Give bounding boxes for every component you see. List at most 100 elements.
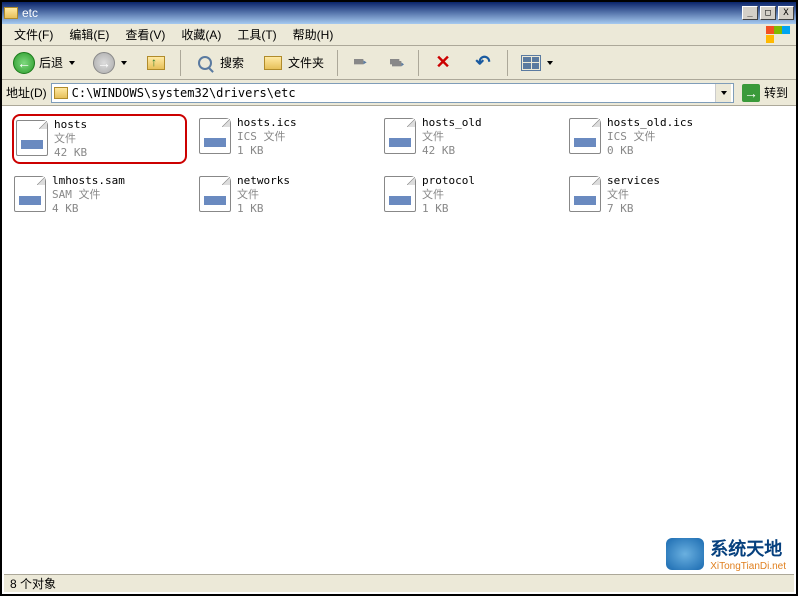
undo-button[interactable]: ↶: [465, 49, 501, 77]
document-icon: [569, 118, 601, 154]
file-item[interactable]: hosts 文件 42 KB: [12, 114, 187, 164]
file-text: hosts_old.ics ICS 文件 0 KB: [607, 116, 693, 158]
toolbar: ← 后退 → 搜索 文件夹 ✕ ↶: [2, 46, 796, 80]
document-icon: [384, 118, 416, 154]
file-size: 1 KB: [422, 202, 475, 216]
file-list: hosts 文件 42 KB hosts.ics ICS 文件 1 KB hos…: [2, 106, 796, 584]
move-to-icon: [351, 55, 369, 71]
file-size: 42 KB: [422, 144, 482, 158]
document-icon: [384, 176, 416, 212]
menu-bar: 文件(F) 编辑(E) 查看(V) 收藏(A) 工具(T) 帮助(H): [2, 24, 796, 46]
file-size: 4 KB: [52, 202, 125, 216]
file-name: services: [607, 174, 660, 188]
views-button[interactable]: [514, 52, 560, 74]
file-text: protocol 文件 1 KB: [422, 174, 475, 216]
close-button[interactable]: X: [778, 6, 794, 20]
document-icon: [199, 118, 231, 154]
address-dropdown[interactable]: [715, 84, 731, 102]
search-icon: [198, 56, 212, 70]
file-name: hosts: [54, 118, 87, 132]
file-type: ICS 文件: [607, 130, 693, 144]
status-bar: 8 个对象: [4, 574, 794, 592]
file-name: lmhosts.sam: [52, 174, 125, 188]
separator: [180, 50, 181, 76]
menu-view[interactable]: 查看(V): [117, 24, 173, 45]
go-label: 转到: [764, 84, 788, 101]
copy-to-icon: [387, 55, 405, 71]
search-button[interactable]: 搜索: [187, 49, 251, 77]
separator: [507, 50, 508, 76]
folder-icon: [54, 87, 68, 99]
address-bar: 地址(D) C:\WINDOWS\system32\drivers\etc → …: [2, 80, 796, 106]
go-button[interactable]: → 转到: [738, 84, 792, 102]
file-name: protocol: [422, 174, 475, 188]
menu-help[interactable]: 帮助(H): [285, 24, 342, 45]
file-size: 7 KB: [607, 202, 660, 216]
chevron-down-icon: [547, 61, 553, 65]
windows-logo-icon: [766, 26, 790, 44]
views-icon: [521, 55, 541, 71]
up-button[interactable]: [138, 49, 174, 77]
file-item[interactable]: hosts.ics ICS 文件 1 KB: [197, 114, 372, 164]
forward-button[interactable]: →: [86, 49, 134, 77]
address-path: C:\WINDOWS\system32\drivers\etc: [72, 86, 296, 100]
file-type: 文件: [54, 132, 87, 146]
folders-label: 文件夹: [288, 54, 324, 71]
folder-icon: [4, 7, 18, 19]
file-name: hosts.ics: [237, 116, 297, 130]
file-name: hosts_old.ics: [607, 116, 693, 130]
chevron-down-icon: [721, 91, 727, 95]
file-type: 文件: [422, 130, 482, 144]
file-name: networks: [237, 174, 290, 188]
maximize-button[interactable]: □: [760, 6, 776, 20]
file-type: 文件: [237, 188, 290, 202]
search-label: 搜索: [220, 54, 244, 71]
document-icon: [14, 176, 46, 212]
file-text: lmhosts.sam SAM 文件 4 KB: [52, 174, 125, 216]
file-text: hosts.ics ICS 文件 1 KB: [237, 116, 297, 158]
title-bar: etc _ □ X: [2, 2, 796, 24]
address-input[interactable]: C:\WINDOWS\system32\drivers\etc: [51, 83, 734, 103]
file-item[interactable]: hosts_old.ics ICS 文件 0 KB: [567, 114, 742, 164]
back-icon: ←: [13, 52, 35, 74]
document-icon: [569, 176, 601, 212]
file-type: ICS 文件: [237, 130, 297, 144]
move-to-button[interactable]: [344, 52, 376, 74]
window-title: etc: [22, 6, 742, 20]
menu-favorites[interactable]: 收藏(A): [173, 24, 229, 45]
separator: [337, 50, 338, 76]
file-size: 1 KB: [237, 144, 297, 158]
file-item[interactable]: services 文件 7 KB: [567, 172, 742, 222]
address-label: 地址(D): [6, 84, 47, 101]
file-type: 文件: [607, 188, 660, 202]
delete-icon: ✕: [432, 52, 454, 74]
folder-up-icon: [147, 56, 165, 70]
file-item[interactable]: protocol 文件 1 KB: [382, 172, 557, 222]
chevron-down-icon: [121, 61, 127, 65]
watermark: 系统天地 XiTongTianDi.net: [666, 535, 786, 572]
copy-to-button[interactable]: [380, 52, 412, 74]
status-text: 8 个对象: [10, 575, 56, 592]
window-controls: _ □ X: [742, 6, 794, 20]
document-icon: [16, 120, 48, 156]
back-button[interactable]: ← 后退: [6, 49, 82, 77]
menu-file[interactable]: 文件(F): [6, 24, 61, 45]
file-item[interactable]: networks 文件 1 KB: [197, 172, 372, 222]
file-size: 1 KB: [237, 202, 290, 216]
delete-button[interactable]: ✕: [425, 49, 461, 77]
file-item[interactable]: lmhosts.sam SAM 文件 4 KB: [12, 172, 187, 222]
back-label: 后退: [39, 54, 63, 71]
go-icon: →: [742, 84, 760, 102]
menu-tools[interactable]: 工具(T): [229, 24, 284, 45]
separator: [418, 50, 419, 76]
minimize-button[interactable]: _: [742, 6, 758, 20]
file-size: 0 KB: [607, 144, 693, 158]
menu-edit[interactable]: 编辑(E): [61, 24, 117, 45]
file-name: hosts_old: [422, 116, 482, 130]
watermark-text-en: XiTongTianDi.net: [710, 561, 786, 572]
folders-button[interactable]: 文件夹: [255, 49, 331, 77]
chevron-down-icon: [69, 61, 75, 65]
file-item[interactable]: hosts_old 文件 42 KB: [382, 114, 557, 164]
file-type: SAM 文件: [52, 188, 125, 202]
file-text: services 文件 7 KB: [607, 174, 660, 216]
